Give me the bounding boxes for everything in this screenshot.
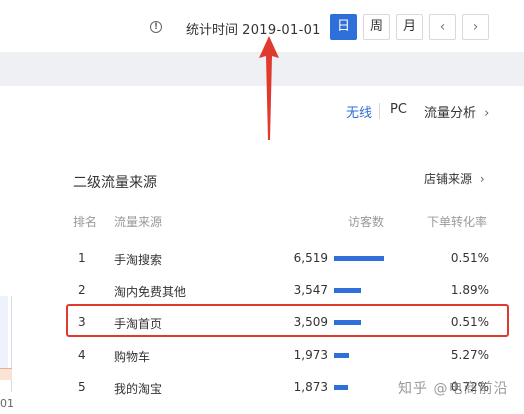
annotation-arrow-icon (259, 36, 279, 140)
row-source: 购物车 (114, 350, 151, 364)
flow-analysis-label: 流量分析 (424, 106, 477, 121)
row-visitors: 3,547 (293, 283, 328, 297)
period-month-button[interactable]: 月 (396, 14, 423, 40)
period-day-button[interactable]: 日 (330, 14, 357, 40)
trend-chart-partial (0, 296, 12, 392)
chevron-right-icon: › (479, 172, 485, 186)
row-rank: 5 (78, 380, 86, 394)
watermark: 知乎 @电商前沿 (398, 381, 509, 397)
shop-source-link[interactable]: 店铺来源 › (424, 170, 485, 187)
info-icon[interactable]: ! (150, 21, 162, 33)
shop-source-label: 店铺来源 (424, 172, 473, 186)
stat-time: 统计时间 2019-01-01 (186, 19, 321, 38)
tab-wireless[interactable]: 无线 (346, 102, 372, 121)
table-row[interactable]: 1 手淘搜索 6,519 0.51% (64, 241, 508, 275)
visitors-bar (334, 385, 348, 390)
section-title: 二级流量来源 (73, 175, 157, 191)
row-rank: 1 (78, 251, 86, 265)
tab-pc[interactable]: PC (390, 102, 407, 117)
row-visitors: 1,873 (293, 380, 328, 394)
table-row[interactable]: 2 淘内免费其他 3,547 1.89% (64, 273, 508, 307)
col-header-visitors[interactable]: 访客数 (348, 213, 384, 230)
chart-x-tick: 01 (0, 397, 14, 410)
row-source: 手淘搜索 (114, 253, 163, 267)
col-header-conversion[interactable]: 下单转化率 (427, 213, 487, 230)
col-header-rank: 排名 (73, 215, 98, 229)
tab-divider (379, 103, 380, 119)
row-conversion: 0.51% (450, 251, 489, 265)
visitors-bar (334, 353, 349, 358)
annotation-highlight-box (66, 304, 509, 337)
flow-analysis-link[interactable]: 流量分析 › (424, 102, 489, 121)
col-header-source: 流量来源 (114, 215, 163, 229)
row-visitors: 6,519 (293, 251, 328, 265)
row-conversion: 1.89% (450, 283, 489, 297)
row-source: 我的淘宝 (114, 382, 163, 396)
row-rank: 2 (78, 283, 86, 297)
row-source: 淘内免费其他 (114, 285, 187, 299)
table-row[interactable]: 4 购物车 1,973 5.27% (64, 338, 508, 372)
row-rank: 4 (78, 348, 86, 362)
chart-series-band (0, 368, 12, 380)
stat-time-label: 统计时间 (186, 23, 239, 38)
chevron-left-icon[interactable]: ‹ (429, 14, 456, 40)
row-conversion: 5.27% (450, 348, 489, 362)
visitors-bar (334, 288, 361, 293)
chevron-right-icon: › (484, 106, 490, 121)
visitors-bar (334, 256, 384, 261)
chevron-right-icon[interactable]: › (462, 14, 489, 40)
stat-date: 2019-01-01 (242, 23, 321, 38)
period-week-button[interactable]: 周 (363, 14, 390, 40)
row-visitors: 1,973 (293, 348, 328, 362)
